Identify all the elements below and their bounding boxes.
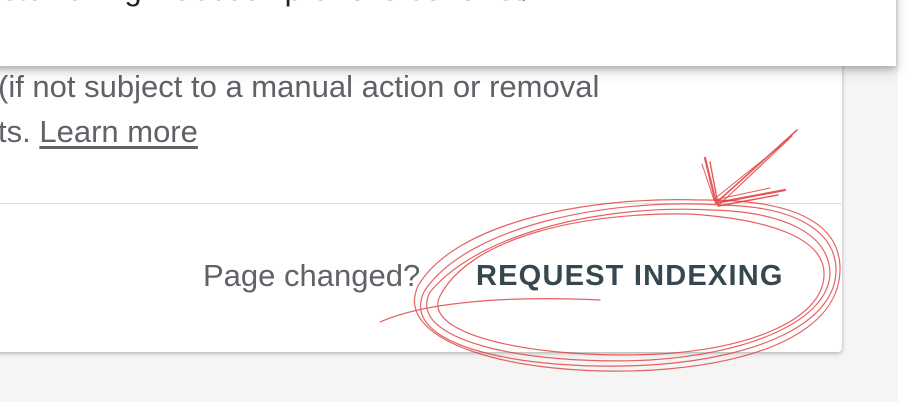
card-divider [0,203,842,204]
indexing-description: (if not subject to a manual action or re… [0,64,838,154]
learn-more-link[interactable]: Learn more [39,114,198,149]
page-changed-label: Page changed? [203,258,421,293]
description-line-2: ts. Learn more [0,109,838,154]
page-scrollbar-track[interactable] [898,0,922,402]
request-indexing-button[interactable]: REQUEST INDEXING [462,251,798,301]
popup-url-text: stonishing macbook pro reverse ferret/ [2,0,531,8]
description-line-1: (if not subject to a manual action or re… [0,69,600,104]
description-line-2-prefix: ts. [0,114,40,149]
url-popup: stonishing macbook pro reverse ferret/ [0,0,896,66]
